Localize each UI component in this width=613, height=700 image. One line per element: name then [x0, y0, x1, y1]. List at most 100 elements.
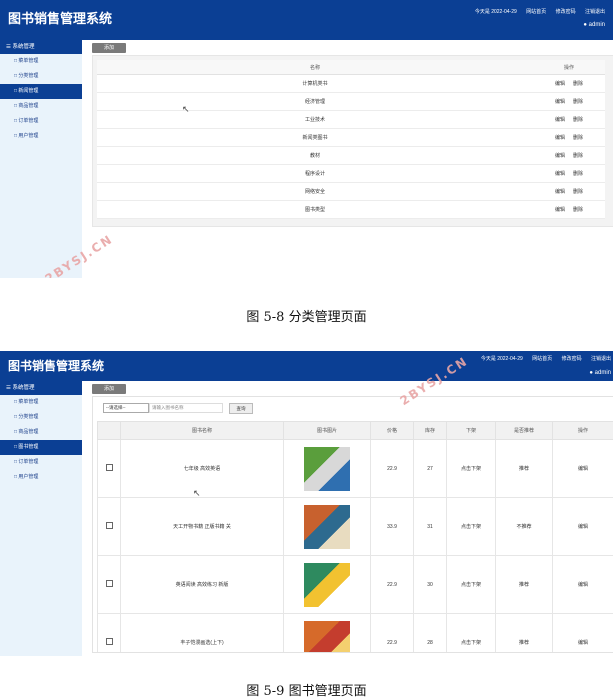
table-row: 英语阅读 高效练习 新版 22.9 30 点击下架 推荐 编辑	[97, 555, 613, 614]
stock: 30	[413, 555, 447, 614]
sidebar-item-label: 订单管理	[18, 459, 39, 465]
delete-link[interactable]: 删除	[573, 189, 583, 195]
sidebar-item[interactable]: □ 订单管理	[0, 114, 82, 129]
header-links: 今天是 2022-04-29 网站首页 修改密码 注销退出	[473, 355, 611, 362]
sidebar-item[interactable]: □ 订单管理	[0, 455, 82, 470]
delete-link[interactable]: 删除	[573, 153, 583, 159]
edit-link[interactable]: 编辑	[555, 207, 565, 213]
home-link[interactable]: 网站首页	[526, 9, 546, 15]
table-row: 教材 编辑 删除	[97, 146, 605, 165]
sidebar-item[interactable]: □ 用户管理	[0, 129, 82, 144]
user-icon: ●	[589, 370, 593, 376]
row-checkbox[interactable]	[105, 580, 113, 587]
book-cover-image	[304, 504, 350, 549]
top-header: 图书销售管理系统 今天是 2022-04-29 网站首页 修改密码 注销退出 ●…	[0, 0, 613, 40]
table-row: 天工开物书籍 正版书籍 关 33.9 31 点击下架 不推荐 编辑	[97, 497, 613, 556]
add-button[interactable]: 添加	[92, 384, 126, 394]
sidebar-item[interactable]: □ 分类管理	[0, 410, 82, 425]
edit-link[interactable]: 编辑	[555, 171, 565, 177]
price: 33.9	[370, 497, 414, 556]
category-name: 经济管理	[97, 92, 533, 111]
sidebar-item[interactable]: □ 新闻管理	[0, 84, 82, 99]
row-checkbox[interactable]	[105, 522, 113, 529]
row-checkbox[interactable]	[105, 638, 113, 645]
main-content: 添加 名称 操作 计算机类书 编辑 删除 经济管理 编辑 删除 工业技术 编辑 删除 新闻类图书编…	[82, 40, 613, 278]
edit-link[interactable]: 编辑	[555, 135, 565, 141]
category-select[interactable]: --请选择--	[103, 403, 149, 413]
edit-link[interactable]: 编辑	[552, 555, 613, 614]
shelf-toggle-link[interactable]: 点击下架	[446, 439, 496, 498]
search-input[interactable]: 请输入图书名称	[149, 403, 223, 413]
row-actions: 编辑 删除	[533, 164, 605, 183]
sidebar-item-label: 用户管理	[18, 133, 39, 139]
book-table: 图书名称 图书图片 价格 库存 下架 是否推荐 操作 七年级 高效英语 22.9 2…	[97, 421, 613, 652]
delete-link[interactable]: 删除	[573, 207, 583, 213]
book-image-cell	[283, 439, 371, 498]
stock: 31	[413, 497, 447, 556]
sidebar-item-label: 订单管理	[18, 118, 39, 124]
delete-link[interactable]: 删除	[573, 135, 583, 141]
sidebar-head: ☰ 系统管理	[0, 40, 82, 54]
table-row: 图书类型 编辑 删除	[97, 200, 605, 219]
recommend-status: 推荐	[495, 613, 553, 652]
sidebar-item[interactable]: □ 用户管理	[0, 470, 82, 485]
sidebar: ☰ 系统管理 □ 菜单管理 □ 分类管理 □ 新闻管理 □ 商品管理 □ 订单管理 □ 用…	[0, 40, 82, 278]
logout-link[interactable]: 注销退出	[591, 356, 611, 362]
sidebar-item[interactable]: □ 菜单管理	[0, 395, 82, 410]
shelf-toggle-link[interactable]: 点击下架	[446, 497, 496, 556]
delete-link[interactable]: 删除	[573, 99, 583, 105]
sidebar-item[interactable]: □ 商品管理	[0, 425, 82, 440]
book-name: 英语阅读 高效练习 新版	[120, 555, 284, 614]
sidebar-item-label: 菜单管理	[18, 399, 39, 405]
checkbox-cell	[97, 439, 121, 498]
edit-link[interactable]: 编辑	[555, 153, 565, 159]
home-link[interactable]: 网站首页	[532, 356, 552, 362]
shelf-toggle-link[interactable]: 点击下架	[446, 613, 496, 652]
sidebar-item[interactable]: □ 菜单管理	[0, 54, 82, 69]
top-header: 图书销售管理系统 今天是 2022-04-29 网站首页 修改密码 注销退出 ●…	[0, 351, 613, 381]
row-actions: 编辑 删除	[533, 74, 605, 93]
book-management-screenshot: 图书销售管理系统 今天是 2022-04-29 网站首页 修改密码 注销退出 ●…	[0, 351, 613, 656]
sidebar: ☰ 系统管理 □ 菜单管理 □ 分类管理 □ 商品管理 □ 图书管理 □ 订单管理 □ 用…	[0, 381, 82, 656]
delete-link[interactable]: 删除	[573, 81, 583, 87]
header-price: 价格	[370, 421, 414, 440]
sidebar-item-label: 分类管理	[18, 73, 39, 79]
edit-link[interactable]: 编辑	[555, 117, 565, 123]
change-password-link[interactable]: 修改密码	[556, 9, 576, 15]
recommend-status: 推荐	[495, 555, 553, 614]
header-actions: 操作	[552, 421, 613, 440]
sidebar-item[interactable]: □ 图书管理	[0, 440, 82, 455]
user-icon: ●	[583, 22, 587, 28]
row-checkbox[interactable]	[105, 464, 113, 471]
checkbox-cell	[97, 497, 121, 556]
recommend-status: 不推荐	[495, 497, 553, 556]
shelf-toggle-link[interactable]: 点击下架	[446, 555, 496, 614]
book-name: 丰子恺漫画选(上下)	[120, 613, 284, 652]
checkbox-cell	[97, 555, 121, 614]
edit-link[interactable]: 编辑	[552, 497, 613, 556]
edit-link[interactable]: 编辑	[555, 99, 565, 105]
edit-link[interactable]: 编辑	[552, 439, 613, 498]
logout-link[interactable]: 注销退出	[585, 9, 605, 15]
row-actions: 编辑 删除	[533, 92, 605, 111]
category-name: 工业技术	[97, 110, 533, 129]
row-actions: 编辑 删除	[533, 146, 605, 165]
search-button[interactable]: 查询	[229, 403, 253, 414]
delete-link[interactable]: 删除	[573, 117, 583, 123]
sidebar-item[interactable]: □ 商品管理	[0, 99, 82, 114]
menu-icon: ☰	[6, 44, 11, 50]
edit-link[interactable]: 编辑	[555, 81, 565, 87]
change-password-link[interactable]: 修改密码	[562, 356, 582, 362]
price: 22.9	[370, 439, 414, 498]
add-button[interactable]: 添加	[92, 43, 126, 53]
edit-link[interactable]: 编辑	[555, 189, 565, 195]
app-title: 图书销售管理系统	[8, 359, 105, 373]
edit-link[interactable]: 编辑	[552, 613, 613, 652]
delete-link[interactable]: 删除	[573, 171, 583, 177]
book-name: 天工开物书籍 正版书籍 关	[120, 497, 284, 556]
header-book-image: 图书图片	[283, 421, 371, 440]
book-cover-image	[304, 446, 350, 491]
app-title: 图书销售管理系统	[8, 12, 113, 27]
table-row: 经济管理 编辑 删除	[97, 92, 605, 111]
sidebar-item[interactable]: □ 分类管理	[0, 69, 82, 84]
